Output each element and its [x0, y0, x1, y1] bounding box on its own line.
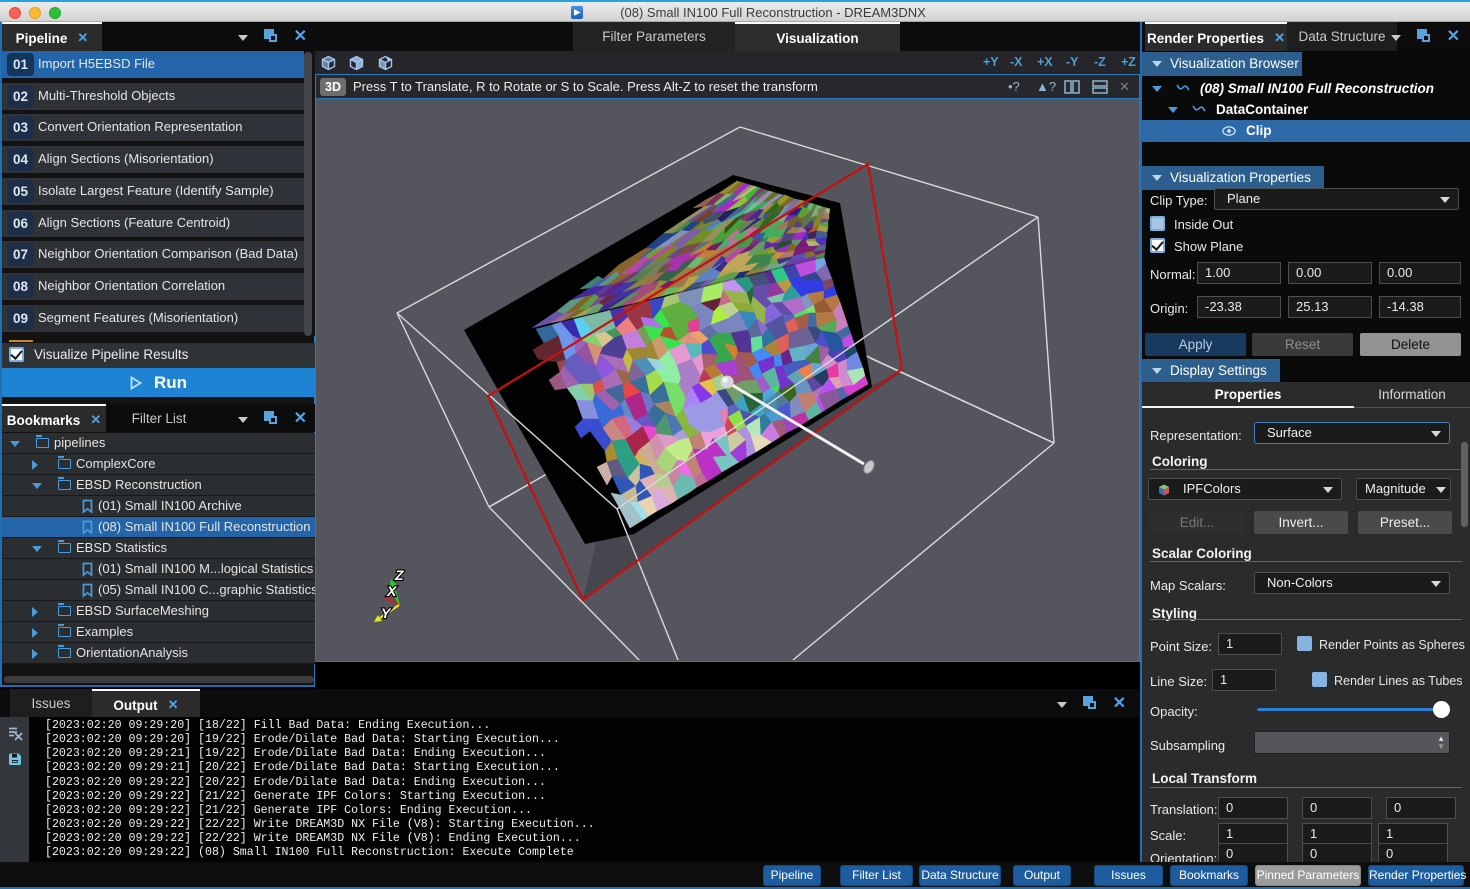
- svg-text:X: X: [386, 583, 398, 599]
- svg-text:Z: Z: [394, 567, 404, 583]
